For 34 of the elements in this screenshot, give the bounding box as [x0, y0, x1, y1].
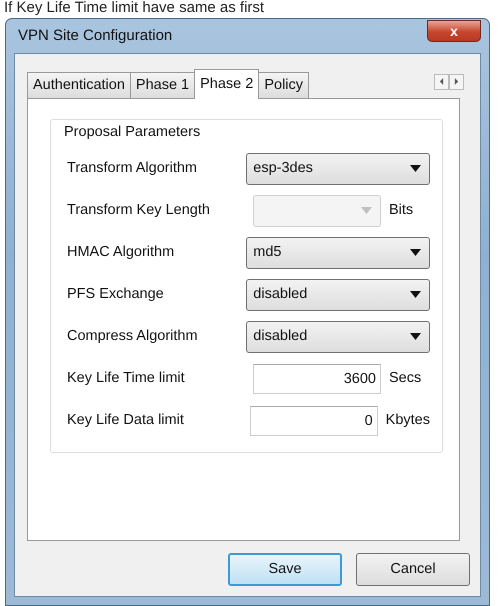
- tab[interactable]: Policy: [258, 72, 310, 98]
- tab[interactable]: Phase 2: [194, 69, 260, 99]
- close-button[interactable]: x: [427, 20, 481, 42]
- field-label: Key Life Data limit: [67, 410, 185, 430]
- dropdown[interactable]: disabled: [246, 320, 430, 353]
- unit-label: Kbytes: [386, 410, 430, 430]
- field-label: Transform Algorithm: [67, 158, 198, 178]
- dropdown[interactable]: esp-3des: [246, 152, 430, 185]
- input-field[interactable]: 0: [250, 406, 378, 436]
- caption-text: If Key Life Time limit have same as first: [3, 0, 266, 16]
- save-button[interactable]: Save: [228, 553, 342, 586]
- tab[interactable]: Phase 1: [130, 72, 196, 98]
- scroll-left-button[interactable]: [434, 74, 449, 90]
- field-label: Transform Key Length: [67, 200, 211, 220]
- dropdown[interactable]: disabled: [246, 278, 430, 311]
- window-title: VPN Site Configuration: [17, 26, 172, 46]
- cancel-button[interactable]: Cancel: [356, 553, 470, 586]
- right-arrow-icon: [454, 78, 459, 86]
- scroll-right-button[interactable]: [449, 74, 464, 90]
- caret-icon: [410, 333, 421, 340]
- field-label: Key Life Time limit: [67, 368, 186, 388]
- unit-label: Bits: [389, 200, 414, 220]
- field-label: PFS Exchange: [67, 284, 165, 304]
- field-label: Compress Algorithm: [67, 326, 199, 346]
- left-arrow-icon: [439, 78, 444, 86]
- dropdown[interactable]: md5: [246, 236, 430, 269]
- caret-icon: [361, 207, 372, 214]
- input-field[interactable]: 3600: [253, 364, 381, 394]
- unit-label: Secs: [389, 368, 422, 388]
- tab[interactable]: Authentication: [27, 72, 131, 98]
- caret-icon: [410, 249, 421, 256]
- caret-icon: [410, 291, 421, 298]
- field-label: HMAC Algorithm: [67, 242, 176, 262]
- caret-icon: [410, 165, 421, 172]
